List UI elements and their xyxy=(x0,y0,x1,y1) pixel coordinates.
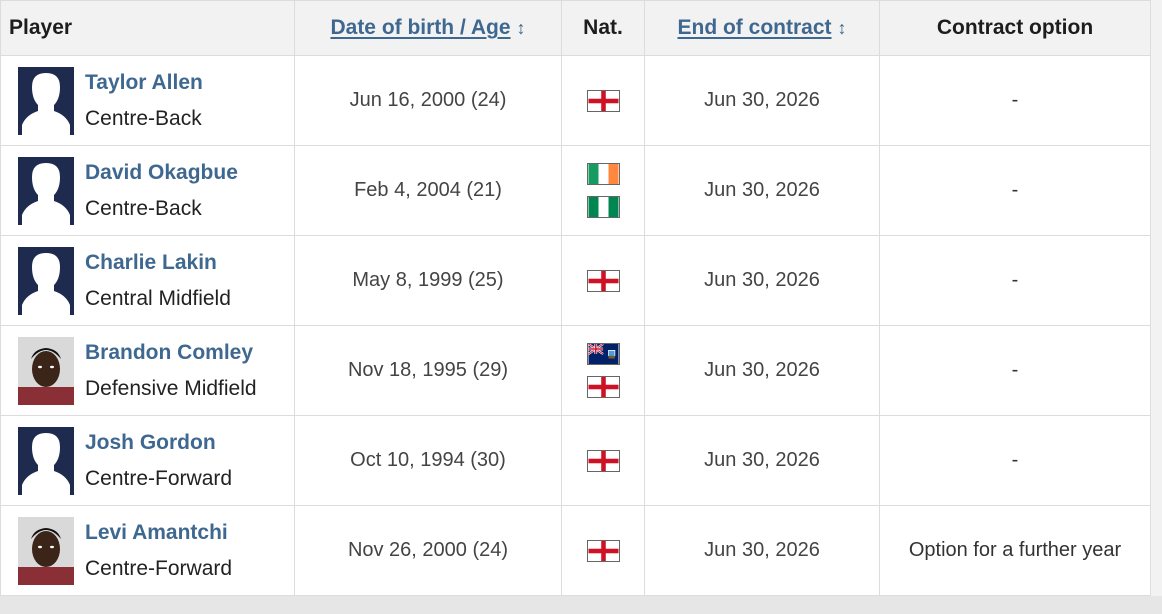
end-contract-cell: Jun 30, 2026 xyxy=(644,325,880,416)
contract-option-column-header: Contract option xyxy=(879,0,1151,56)
horizontal-scrollbar[interactable] xyxy=(0,596,1162,614)
player-name-link[interactable]: David Okagbue xyxy=(85,161,238,185)
flag-england-icon[interactable] xyxy=(586,376,620,398)
player-avatar xyxy=(18,156,74,225)
player-avatar xyxy=(18,246,74,315)
nationality-cell xyxy=(561,415,645,506)
player-position: Centre-Back xyxy=(85,196,202,220)
player-column-header: Player xyxy=(0,0,295,56)
players-table: Player Date of birth / Age ↕ Nat. End of … xyxy=(0,0,1151,596)
dob-age-cell: Oct 10, 1994 (30) xyxy=(294,415,562,506)
nationality-cell xyxy=(561,55,645,146)
table-row: Levi Amantchi Centre-Forward Nov 26, 2000 … xyxy=(0,505,1151,596)
dob-age-cell: Nov 26, 2000 (24) xyxy=(294,505,562,596)
table-row: Josh Gordon Centre-Forward Oct 10, 1994 (3… xyxy=(0,415,1151,506)
end-contract-cell: Jun 30, 2026 xyxy=(644,235,880,326)
player-position: Centre-Forward xyxy=(85,556,233,580)
players-table-panel: Player Date of birth / Age ↕ Nat. End of … xyxy=(0,0,1151,596)
contract-option-cell: Option for a further year xyxy=(879,505,1151,596)
nationality-column-header: Nat. xyxy=(561,0,645,56)
player-position: Defensive Midfield xyxy=(85,376,257,400)
player-cell: Josh Gordon Centre-Forward xyxy=(0,415,295,506)
nationality-cell xyxy=(561,145,645,236)
flag-england-icon[interactable] xyxy=(586,449,620,472)
end-contract-cell: Jun 30, 2026 xyxy=(644,415,880,506)
table-header-row: Player Date of birth / Age ↕ Nat. End of … xyxy=(0,0,1151,56)
contract-option-cell: - xyxy=(879,415,1151,506)
dob-age-cell: May 8, 1999 (25) xyxy=(294,235,562,326)
sort-arrows-icon[interactable]: ↕ xyxy=(838,18,847,39)
end-contract-cell: Jun 30, 2026 xyxy=(644,55,880,146)
player-avatar xyxy=(18,426,74,495)
dob-age-cell: Feb 4, 2004 (21) xyxy=(294,145,562,236)
dob-age-cell: Jun 16, 2000 (24) xyxy=(294,55,562,146)
flag-ireland-icon[interactable] xyxy=(586,163,620,185)
table-row: David Okagbue Centre-Back Feb 4, 2004 (21)… xyxy=(0,145,1151,236)
sort-arrows-icon[interactable]: ↕ xyxy=(517,18,526,39)
dob-age-cell: Nov 18, 1995 (29) xyxy=(294,325,562,416)
contract-option-cell: - xyxy=(879,325,1151,416)
nationality-cell xyxy=(561,325,645,416)
player-photo xyxy=(18,516,74,585)
player-cell: Taylor Allen Centre-Back xyxy=(0,55,295,146)
contract-option-cell: - xyxy=(879,145,1151,236)
contract-option-cell: - xyxy=(879,235,1151,326)
flag-england-icon[interactable] xyxy=(586,539,620,562)
player-name-link[interactable]: Levi Amantchi xyxy=(85,521,232,545)
end-contract-cell: Jun 30, 2026 xyxy=(644,145,880,236)
player-name-link[interactable]: Taylor Allen xyxy=(85,71,203,95)
contract-option-cell: - xyxy=(879,55,1151,146)
nationality-cell xyxy=(561,505,645,596)
player-cell: David Okagbue Centre-Back xyxy=(0,145,295,236)
player-cell: Charlie Lakin Central Midfield xyxy=(0,235,295,326)
flag-montserrat-icon[interactable] xyxy=(586,343,620,365)
table-row: Charlie Lakin Central Midfield May 8, 1999… xyxy=(0,235,1151,326)
table-row: Brandon Comley Defensive Midfield Nov 18, … xyxy=(0,325,1151,416)
end-contract-cell: Jun 30, 2026 xyxy=(644,505,880,596)
nationality-cell xyxy=(561,235,645,326)
end-contract-column-header[interactable]: End of contract ↕ xyxy=(644,0,880,56)
player-position: Centre-Forward xyxy=(85,466,233,490)
dob-sort-link[interactable]: Date of birth / Age xyxy=(330,16,510,39)
player-name-link[interactable]: Brandon Comley xyxy=(85,341,257,365)
vertical-scrollbar[interactable] xyxy=(1150,0,1162,596)
player-position: Central Midfield xyxy=(85,286,231,310)
flag-england-icon[interactable] xyxy=(586,269,620,292)
end-contract-sort-link[interactable]: End of contract xyxy=(677,16,831,39)
player-cell: Levi Amantchi Centre-Forward xyxy=(0,505,295,596)
dob-column-header[interactable]: Date of birth / Age ↕ xyxy=(294,0,562,56)
player-avatar xyxy=(18,66,74,135)
player-cell: Brandon Comley Defensive Midfield xyxy=(0,325,295,416)
player-position: Centre-Back xyxy=(85,106,202,130)
player-photo xyxy=(18,336,74,405)
player-name-link[interactable]: Charlie Lakin xyxy=(85,251,231,275)
flag-nigeria-icon[interactable] xyxy=(586,196,620,218)
flag-england-icon[interactable] xyxy=(586,89,620,112)
player-name-link[interactable]: Josh Gordon xyxy=(85,431,232,455)
table-row: Taylor Allen Centre-Back Jun 16, 2000 (24)… xyxy=(0,55,1151,146)
